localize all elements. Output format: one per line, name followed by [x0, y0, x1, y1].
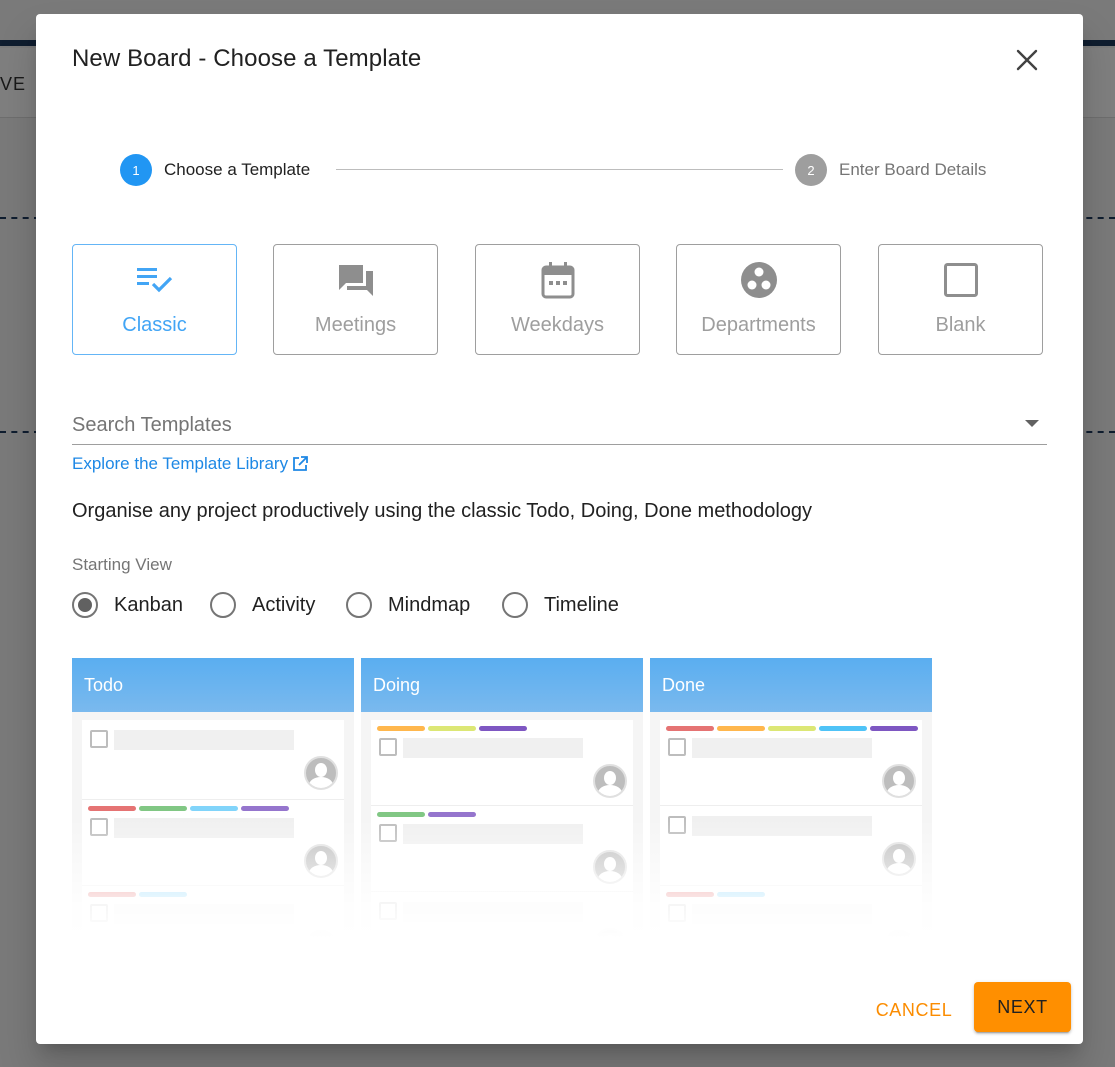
preview-card [660, 886, 922, 938]
preview-card [82, 886, 344, 938]
avatar [593, 764, 627, 798]
radio-button[interactable] [346, 592, 372, 618]
template-options: Classic Meetings Weekdays Departments Bl… [72, 244, 1043, 355]
preview-column-doing: Doing [361, 658, 643, 938]
template-label: Classic [122, 314, 187, 336]
template-card-blank[interactable]: Blank [878, 244, 1043, 355]
radio-label: Activity [252, 593, 316, 616]
avatar [882, 842, 916, 876]
dialog-title: New Board - Choose a Template [72, 45, 422, 72]
step-number-badge: 2 [795, 154, 827, 186]
avatar [882, 764, 916, 798]
template-preview: Todo Doing Done [72, 658, 932, 938]
new-board-dialog: New Board - Choose a Template 1 Choose a… [36, 14, 1083, 1044]
template-card-weekdays[interactable]: Weekdays [475, 244, 640, 355]
template-label: Meetings [314, 314, 397, 336]
stepper: 1 Choose a Template 2 Enter Board Detail… [120, 154, 1000, 186]
radio-kanban[interactable]: Kanban [72, 592, 183, 618]
preview-card [660, 806, 922, 886]
template-label: Departments [701, 314, 816, 336]
stepper-connector [336, 169, 783, 170]
open-in-new-icon [293, 456, 308, 471]
avatar [593, 928, 627, 938]
radio-button[interactable] [72, 592, 98, 618]
template-label: Weekdays [510, 314, 604, 336]
template-card-meetings[interactable]: Meetings [273, 244, 438, 355]
cancel-button[interactable]: CANCEL [862, 990, 966, 1030]
search-templates-field[interactable] [72, 407, 1047, 445]
next-button[interactable]: NEXT [974, 982, 1071, 1032]
explore-link-text: Explore the Template Library [72, 454, 289, 473]
step-label: Enter Board Details [839, 160, 987, 179]
radio-label: Timeline [544, 593, 619, 616]
square-outline-icon [943, 263, 978, 297]
calendar-icon [541, 262, 574, 299]
preview-column-done: Done [650, 658, 932, 938]
step-label: Choose a Template [164, 160, 311, 179]
template-description: Organise any project productively using … [72, 500, 813, 522]
step-number-badge: 1 [120, 154, 152, 186]
checklist-icon [136, 268, 172, 293]
radio-button[interactable] [210, 592, 236, 618]
forum-icon [338, 265, 373, 296]
radio-mindmap[interactable]: Mindmap [346, 592, 470, 618]
avatar [304, 756, 338, 790]
radio-button[interactable] [502, 592, 528, 618]
column-header: Done [650, 658, 932, 712]
radio-label: Mindmap [388, 593, 471, 616]
starting-view-label: Starting View [72, 555, 172, 574]
preview-card [82, 800, 344, 886]
close-button[interactable] [1011, 44, 1043, 76]
radio-timeline[interactable]: Timeline [502, 592, 619, 618]
search-input[interactable] [72, 407, 1002, 443]
template-card-classic[interactable]: Classic [72, 244, 237, 355]
radio-activity[interactable]: Activity [210, 592, 315, 618]
close-icon [1016, 49, 1038, 71]
preview-card [660, 720, 922, 806]
column-header: Todo [72, 658, 354, 712]
workspaces-icon [740, 262, 777, 298]
template-label: Blank [935, 314, 986, 336]
template-card-departments[interactable]: Departments [676, 244, 841, 355]
dropdown-arrow-icon[interactable] [1025, 420, 1039, 427]
preview-card [371, 720, 633, 806]
column-header: Doing [361, 658, 643, 712]
preview-card [371, 892, 633, 938]
step-enter-board-details: 2 Enter Board Details [795, 154, 986, 186]
radio-label: Kanban [114, 593, 183, 616]
preview-column-todo: Todo [72, 658, 354, 938]
avatar [304, 930, 338, 938]
avatar [593, 850, 627, 884]
explore-template-library-link[interactable]: Explore the Template Library [72, 454, 309, 474]
preview-card [82, 720, 344, 800]
avatar [304, 844, 338, 878]
preview-card [371, 806, 633, 892]
avatar [882, 930, 916, 938]
step-choose-template: 1 Choose a Template [120, 154, 310, 186]
